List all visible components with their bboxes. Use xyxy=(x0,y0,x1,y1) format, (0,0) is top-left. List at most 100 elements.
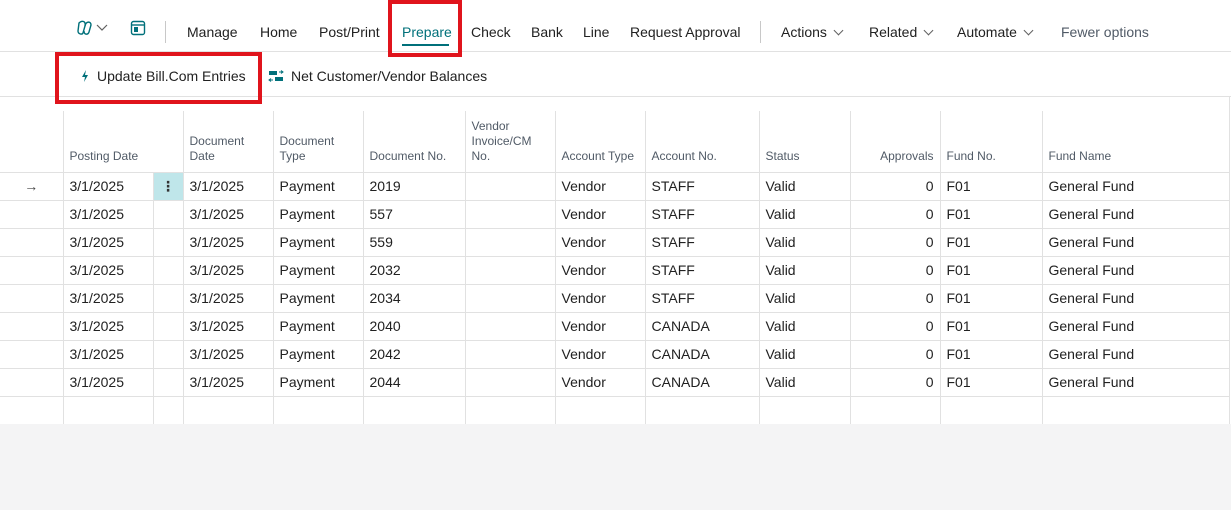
fund-no-cell[interactable]: F01 xyxy=(939,255,1043,285)
vendor-invoice-cell[interactable] xyxy=(464,199,556,229)
approvals-cell[interactable]: 0 xyxy=(849,199,941,229)
table-row[interactable]: 3/1/2025 3/1/2025 Payment 2034 Vendor ST… xyxy=(0,283,1230,313)
column-header-document-no[interactable]: Document No. xyxy=(362,111,465,172)
column-header-document-date[interactable]: Document Date xyxy=(182,111,273,172)
document-type-cell[interactable]: Payment xyxy=(272,283,364,313)
approvals-cell[interactable]: 0 xyxy=(849,227,941,257)
status-cell[interactable]: Valid xyxy=(758,367,851,397)
document-type-cell[interactable]: Payment xyxy=(272,339,364,369)
status-cell[interactable]: Valid xyxy=(758,283,851,313)
fund-no-cell[interactable]: F01 xyxy=(939,171,1043,201)
fund-no-cell[interactable]: F01 xyxy=(939,367,1043,397)
account-no-cell[interactable]: STAFF xyxy=(644,199,760,229)
table-row[interactable]: 3/1/2025 3/1/2025 Payment 2040 Vendor CA… xyxy=(0,311,1230,341)
document-no-cell[interactable]: 2019 xyxy=(362,171,466,201)
document-date-cell[interactable]: 3/1/2025 xyxy=(182,171,274,201)
fund-no-cell[interactable]: F01 xyxy=(939,311,1043,341)
status-cell[interactable] xyxy=(758,395,851,425)
table-row[interactable]: 3/1/2025 3/1/2025 Payment 2032 Vendor ST… xyxy=(0,255,1230,285)
tab-home[interactable]: Home xyxy=(260,24,297,40)
vendor-invoice-cell[interactable] xyxy=(464,171,556,201)
row-actions-cell[interactable] xyxy=(152,395,184,425)
account-type-cell[interactable]: Vendor xyxy=(554,171,646,201)
vendor-invoice-cell[interactable] xyxy=(464,311,556,341)
document-date-cell[interactable] xyxy=(182,395,274,425)
row-actions-cell[interactable] xyxy=(152,227,184,257)
document-no-cell[interactable]: 559 xyxy=(362,227,466,257)
row-actions-cell[interactable] xyxy=(152,283,184,313)
posting-date-cell[interactable]: 3/1/2025 xyxy=(62,199,154,229)
row-actions-cell[interactable] xyxy=(152,339,184,369)
fund-name-cell[interactable]: General Fund xyxy=(1041,283,1230,313)
status-cell[interactable]: Valid xyxy=(758,255,851,285)
row-selector-cell[interactable] xyxy=(0,227,64,257)
approvals-cell[interactable]: 0 xyxy=(849,255,941,285)
column-header-account-no[interactable]: Account No. xyxy=(644,111,759,172)
document-no-cell[interactable]: 2032 xyxy=(362,255,466,285)
tab-request-approval[interactable]: Request Approval xyxy=(630,24,741,40)
column-header-fund-name[interactable]: Fund Name xyxy=(1041,111,1229,172)
document-type-cell[interactable]: Payment xyxy=(272,171,364,201)
approvals-cell[interactable]: 0 xyxy=(849,367,941,397)
account-no-cell[interactable]: STAFF xyxy=(644,171,760,201)
vendor-invoice-cell[interactable] xyxy=(464,367,556,397)
document-no-cell[interactable]: 557 xyxy=(362,199,466,229)
column-header-posting-date[interactable]: Posting Date xyxy=(62,111,153,172)
account-no-cell[interactable]: STAFF xyxy=(644,227,760,257)
vendor-invoice-cell[interactable] xyxy=(464,395,556,425)
fund-name-cell[interactable]: General Fund xyxy=(1041,255,1230,285)
table-row[interactable]: 3/1/2025 3/1/2025 Payment 559 Vendor STA… xyxy=(0,227,1230,257)
tab-line[interactable]: Line xyxy=(583,24,609,40)
posting-date-cell[interactable]: 3/1/2025 xyxy=(62,311,154,341)
vendor-invoice-cell[interactable] xyxy=(464,255,556,285)
account-no-cell[interactable] xyxy=(644,395,760,425)
fund-name-cell[interactable] xyxy=(1041,395,1230,425)
row-actions-menu-icon[interactable]: ⋮ xyxy=(152,171,184,201)
approvals-cell[interactable]: 0 xyxy=(849,339,941,369)
document-type-cell[interactable]: Payment xyxy=(272,255,364,285)
tab-bank[interactable]: Bank xyxy=(531,24,563,40)
column-header-vendor-invoice[interactable]: Vendor Invoice/CM No. xyxy=(464,111,555,172)
fund-name-cell[interactable]: General Fund xyxy=(1041,199,1230,229)
document-no-cell[interactable]: 2040 xyxy=(362,311,466,341)
row-actions-cell[interactable] xyxy=(152,367,184,397)
account-type-cell[interactable]: Vendor xyxy=(554,199,646,229)
status-cell[interactable]: Valid xyxy=(758,199,851,229)
account-type-cell[interactable]: Vendor xyxy=(554,339,646,369)
row-selector-cell[interactable] xyxy=(0,283,64,313)
column-header-approvals[interactable]: Approvals xyxy=(849,111,940,172)
column-header-status[interactable]: Status xyxy=(758,111,850,172)
automate-menu[interactable]: Automate xyxy=(957,24,1034,40)
document-date-cell[interactable]: 3/1/2025 xyxy=(182,227,274,257)
fund-name-cell[interactable]: General Fund xyxy=(1041,311,1230,341)
document-type-cell[interactable]: Payment xyxy=(272,367,364,397)
approvals-cell[interactable] xyxy=(849,395,941,425)
tab-manage[interactable]: Manage xyxy=(187,24,238,40)
fewer-options-button[interactable]: Fewer options xyxy=(1061,24,1149,40)
row-actions-cell[interactable] xyxy=(152,199,184,229)
status-cell[interactable]: Valid xyxy=(758,311,851,341)
document-no-cell[interactable]: 2034 xyxy=(362,283,466,313)
posting-date-cell[interactable]: 3/1/2025 xyxy=(62,367,154,397)
table-row[interactable]: 3/1/2025 3/1/2025 Payment 2042 Vendor CA… xyxy=(0,339,1230,369)
row-selector-cell[interactable] xyxy=(0,395,64,425)
fund-name-cell[interactable]: General Fund xyxy=(1041,339,1230,369)
posting-date-cell[interactable]: 3/1/2025 xyxy=(62,227,154,257)
account-type-cell[interactable]: Vendor xyxy=(554,283,646,313)
fund-name-cell[interactable]: General Fund xyxy=(1041,171,1230,201)
actions-menu[interactable]: Actions xyxy=(781,24,844,40)
fund-no-cell[interactable]: F01 xyxy=(939,199,1043,229)
posting-date-cell[interactable]: 3/1/2025 xyxy=(62,171,154,201)
document-type-cell[interactable]: Payment xyxy=(272,199,364,229)
row-actions-cell[interactable] xyxy=(152,311,184,341)
fund-name-cell[interactable]: General Fund xyxy=(1041,227,1230,257)
document-type-cell[interactable]: Payment xyxy=(272,227,364,257)
account-no-cell[interactable]: STAFF xyxy=(644,255,760,285)
update-billcom-entries-button[interactable]: Update Bill.Com Entries xyxy=(80,68,246,84)
tab-prepare[interactable]: Prepare xyxy=(402,24,452,40)
column-header-account-type[interactable]: Account Type xyxy=(554,111,645,172)
account-type-cell[interactable]: Vendor xyxy=(554,255,646,285)
table-row[interactable]: 3/1/2025 3/1/2025 Payment 557 Vendor STA… xyxy=(0,199,1230,229)
posting-date-cell[interactable]: 3/1/2025 xyxy=(62,255,154,285)
posting-date-cell[interactable] xyxy=(62,395,154,425)
